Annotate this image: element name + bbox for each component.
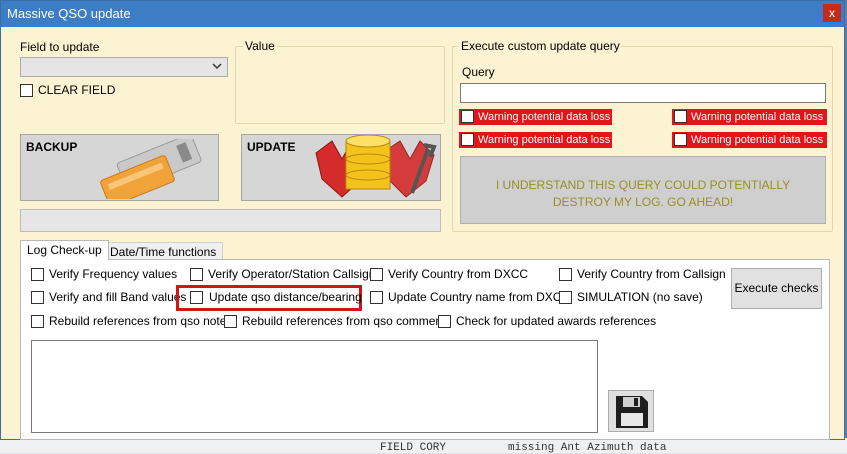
verify-band-checkbox[interactable] [31,291,44,304]
update-distance-bearing-checkbox[interactable] [190,291,203,304]
backup-button[interactable]: BACKUP [20,134,219,201]
warning-label: Warning potential data loss [478,111,611,123]
check-awards-checkbox[interactable] [438,315,451,328]
field-to-update-select[interactable] [20,57,228,77]
warning-checkbox-box[interactable] [461,110,474,123]
floppy-disk-icon [616,396,648,428]
verify-country-callsign-label: Verify Country from Callsign [577,267,726,281]
rebuild-comments-checkbox[interactable] [224,315,237,328]
custom-query-group-title: Execute custom update query [459,39,622,53]
massive-qso-update-window: Massive QSO update x Field to update CLE… [0,0,845,440]
tab-log-checkup[interactable]: Log Check-up [20,240,109,260]
rebuild-notes-checkbox[interactable] [31,315,44,328]
update-country-name-label: Update Country name from DXCC [388,290,571,304]
verify-frequency-label: Verify Frequency values [49,267,178,281]
warning-checkbox-1[interactable]: Warning potential data loss [459,109,612,125]
title-bar[interactable]: Massive QSO update x [1,1,844,27]
usb-key-icon [100,139,202,199]
log-output-area[interactable] [31,340,598,433]
warning-checkbox-box[interactable] [674,133,687,146]
rebuild-comments-label: Rebuild references from qso comments [242,314,452,328]
warning-checkbox-4[interactable]: Warning potential data loss [672,132,827,148]
rebuild-notes-label: Rebuild references from qso notes [49,314,233,328]
confirm-destructive-query-button[interactable]: I UNDERSTAND THIS QUERY COULD POTENTIALL… [460,156,826,224]
verify-frequency-checkbox[interactable] [31,268,44,281]
warning-checkbox-box[interactable] [461,133,474,146]
clear-field-checkbox[interactable] [20,84,33,97]
background-text-1: FIELD CORY [380,442,447,454]
value-group-title: Value [243,39,277,53]
verify-country-callsign-checkbox[interactable] [559,268,572,281]
progress-bar [20,209,441,232]
query-input[interactable] [460,83,826,103]
background-text-2: missing Ant Azimuth data [508,442,667,454]
save-button[interactable] [608,390,654,432]
update-country-name-checkbox[interactable] [370,291,383,304]
update-distance-bearing-label: Update qso distance/bearing [209,290,362,304]
tab-date-time-functions[interactable]: Date/Time functions [103,242,224,260]
window-title: Massive QSO update [7,6,131,21]
verify-band-label: Verify and fill Band values [49,290,187,304]
chevron-down-icon [212,63,222,70]
check-awards-label: Check for updated awards references [456,314,657,328]
verify-country-dxcc-checkbox[interactable] [370,268,383,281]
update-button-label: UPDATE [247,140,296,154]
simulation-checkbox[interactable] [559,291,572,304]
warning-checkbox-3[interactable]: Warning potential data loss [459,132,612,148]
database-wrench-icon [315,135,437,198]
warning-checkbox-2[interactable]: Warning potential data loss [672,109,827,125]
backup-button-label: BACKUP [26,140,78,154]
verify-country-dxcc-label: Verify Country from DXCC [388,267,529,281]
query-label: Query [462,65,495,79]
update-button[interactable]: UPDATE [241,134,441,201]
verify-operator-label: Verify Operator/Station Callsign [208,267,376,281]
field-to-update-label: Field to update [20,40,100,54]
warning-label: Warning potential data loss [478,134,611,146]
clear-field-label: CLEAR FIELD [38,83,116,97]
verify-operator-checkbox[interactable] [190,268,203,281]
warning-label: Warning potential data loss [691,111,824,123]
close-button[interactable]: x [823,4,841,22]
warning-label: Warning potential data loss [691,134,824,146]
execute-checks-button[interactable]: Execute checks [731,268,822,309]
simulation-label: SIMULATION (no save) [577,290,703,304]
warning-checkbox-box[interactable] [674,110,687,123]
value-group [235,46,445,124]
